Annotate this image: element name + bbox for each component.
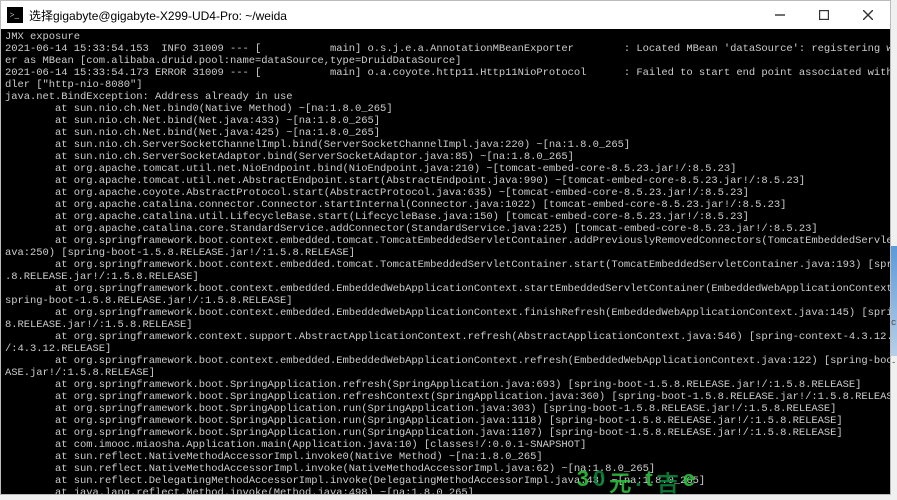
terminal-line: at sun.reflect.NativeMethodAccessorImpl.… (5, 451, 886, 463)
terminal-line: at org.apache.tomcat.util.net.NioEndpoin… (5, 163, 886, 175)
terminal-line: 2021-06-14 15:33:54.173 ERROR 31009 --- … (5, 67, 886, 79)
terminal-line: at sun.nio.ch.ServerSocketAdaptor.bind(S… (5, 151, 886, 163)
terminal-line: /:4.3.12.RELEASE] (5, 343, 886, 355)
watermark-char: t (645, 466, 654, 498)
terminal-line: ava:250) [spring-boot-1.5.8.RELEASE.jar!… (5, 247, 886, 259)
terminal-line: dler ["http-nio-8080"] (5, 79, 886, 91)
terminal-line: 8.RELEASE.jar!/:1.5.8.RELEASE] (5, 319, 886, 331)
maximize-button[interactable] (802, 1, 846, 29)
terminal-line: at org.springframework.boot.SpringApplic… (5, 415, 886, 427)
close-button[interactable] (846, 1, 890, 29)
watermark-char: 3 (577, 466, 591, 498)
terminal-line: at org.springframework.boot.context.embe… (5, 235, 886, 247)
terminal-window: >_ 选择gigabyte@gigabyte-X299-UD4-Pro: ~/w… (0, 0, 891, 495)
watermark-overlay: 30元.t吉e (577, 466, 697, 498)
terminal-line: at org.springframework.boot.context.embe… (5, 283, 886, 295)
terminal-line: at org.springframework.boot.SpringApplic… (5, 391, 886, 403)
terminal-line: at org.springframework.boot.context.embe… (5, 259, 886, 271)
background-fragment: - (891, 358, 897, 368)
terminal-line: ASE.jar!/:1.5.8.RELEASE] (5, 367, 886, 379)
terminal-line: at sun.nio.ch.Net.bind(Net.java:433) ~[n… (5, 115, 886, 127)
watermark-char: . (635, 466, 643, 498)
titlebar[interactable]: >_ 选择gigabyte@gigabyte-X299-UD4-Pro: ~/w… (1, 1, 890, 29)
terminal-line: at org.springframework.boot.context.embe… (5, 307, 886, 319)
terminal-line: 2021-06-14 15:33:54.153 INFO 31009 --- [… (5, 43, 886, 55)
terminal-app-icon: >_ (7, 7, 23, 23)
terminal-line: at org.apache.tomcat.util.net.AbstractEn… (5, 175, 886, 187)
terminal-line: at com.imooc.miaosha.Application.main(Ap… (5, 439, 886, 451)
terminal-line: er as MBean [com.alibaba.druid.pool:name… (5, 55, 886, 67)
watermark-char: 元 (609, 466, 633, 498)
terminal-line: at sun.reflect.NativeMethodAccessorImpl.… (5, 463, 886, 475)
terminal-line: at org.apache.catalina.connector.Connect… (5, 199, 886, 211)
terminal-line: at java.lang.reflect.Method.invoke(Metho… (5, 487, 886, 494)
terminal-line: at org.springframework.boot.context.embe… (5, 355, 886, 367)
terminal-line: .8.RELEASE.jar!/:1.5.8.RELEASE] (5, 271, 886, 283)
terminal-line: at sun.nio.ch.Net.bind(Net.java:425) ~[n… (5, 127, 886, 139)
terminal-line: at org.apache.catalina.core.StandardServ… (5, 223, 886, 235)
terminal-line: JMX exposure (5, 31, 886, 43)
watermark-char: 0 (593, 466, 607, 498)
terminal-content[interactable]: JMX exposure2021-06-14 15:33:54.153 INFO… (1, 29, 890, 494)
window-title: 选择gigabyte@gigabyte-X299-UD4-Pro: ~/weid… (29, 7, 287, 24)
terminal-line: spring-boot-1.5.8.RELEASE.jar!/:1.5.8.RE… (5, 295, 886, 307)
minimize-button[interactable] (758, 1, 802, 29)
terminal-line: at org.springframework.boot.SpringApplic… (5, 403, 886, 415)
terminal-line: at sun.nio.ch.Net.bind0(Native Method) ~… (5, 103, 886, 115)
terminal-line: at org.apache.coyote.AbstractProtocol.st… (5, 187, 886, 199)
watermark-char: e (683, 466, 697, 498)
terminal-line: java.net.BindException: Address already … (5, 91, 886, 103)
background-window-sliver (891, 246, 897, 356)
watermark-char: 吉 (657, 466, 681, 498)
terminal-line: at sun.reflect.DelegatingMethodAccessorI… (5, 475, 886, 487)
terminal-line: at sun.nio.ch.ServerSocketChannelImpl.bi… (5, 139, 886, 151)
background-fragment: c (891, 318, 897, 328)
terminal-line: at org.springframework.boot.SpringApplic… (5, 427, 886, 439)
terminal-line: at org.springframework.context.support.A… (5, 331, 886, 343)
terminal-line: at org.apache.catalina.util.LifecycleBas… (5, 211, 886, 223)
window-controls (758, 1, 890, 29)
terminal-line: at org.springframework.boot.SpringApplic… (5, 379, 886, 391)
svg-text:>_: >_ (10, 10, 20, 20)
